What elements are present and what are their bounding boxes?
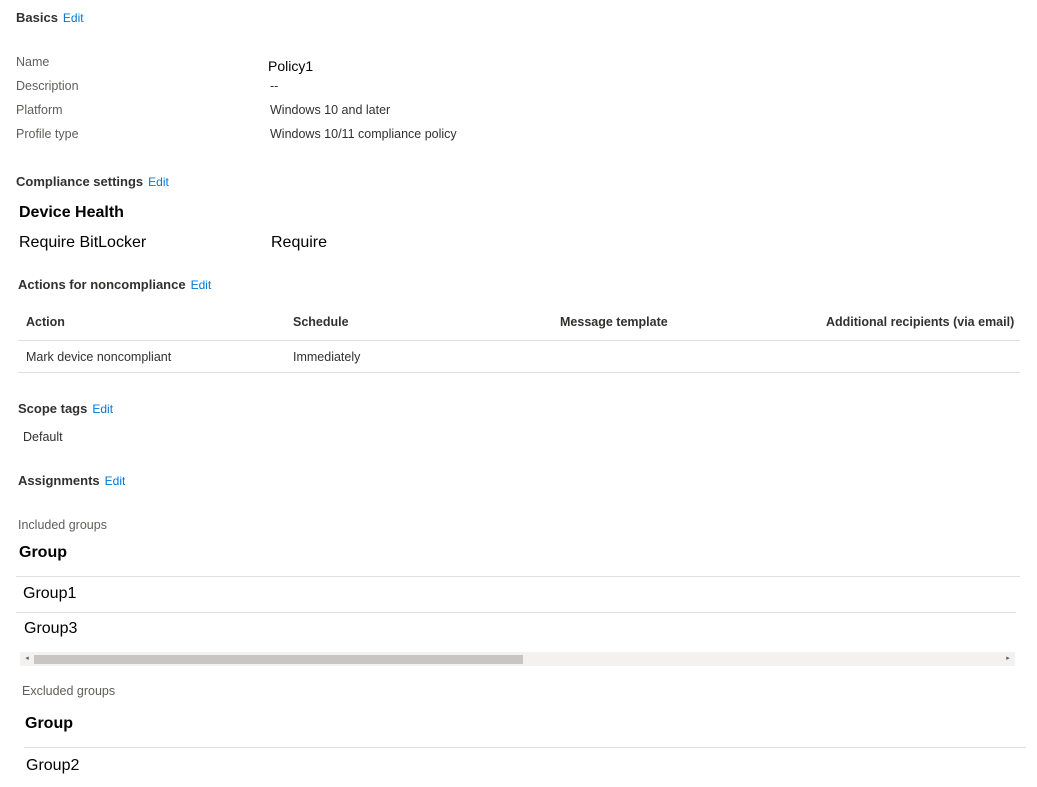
excluded-group-column-header: Group	[25, 715, 73, 732]
scope-tags-edit-link[interactable]: Edit	[92, 402, 113, 416]
included-header-divider	[16, 576, 1020, 577]
field-value-description: --	[270, 79, 279, 93]
included-group-row: Group1	[23, 585, 77, 602]
excluded-header-divider	[24, 747, 1026, 748]
action-cell-action: Mark device noncompliant	[26, 350, 172, 364]
basics-section-title: Basics Edit	[16, 10, 84, 25]
compliance-edit-link[interactable]: Edit	[148, 175, 169, 189]
column-header-additional-recipients: Additional recipients (via email)	[826, 315, 1015, 329]
field-label-description: Description	[16, 79, 79, 93]
assignments-edit-link[interactable]: Edit	[105, 474, 126, 488]
field-value-platform: Windows 10 and later	[270, 103, 391, 117]
excluded-groups-label: Excluded groups	[22, 684, 116, 698]
column-header-schedule: Schedule	[293, 315, 349, 329]
actions-row-divider	[18, 372, 1020, 373]
included-row-divider	[16, 612, 1016, 613]
actions-section-title: Actions for noncompliance Edit	[18, 277, 212, 292]
field-label-profile-type: Profile type	[16, 127, 79, 141]
scope-tags-section-title: Scope tags Edit	[18, 401, 114, 416]
compliance-section-title: Compliance settings Edit	[16, 174, 169, 189]
action-cell-schedule: Immediately	[293, 350, 361, 364]
excluded-group-row: Group2	[26, 757, 80, 774]
horizontal-scrollbar[interactable]: ◂ ▸	[20, 652, 1015, 666]
scope-tag-value: Default	[23, 430, 63, 444]
column-header-message-template: Message template	[560, 315, 668, 329]
field-label-name: Name	[16, 55, 50, 69]
included-groups-label: Included groups	[18, 518, 107, 532]
scroll-right-arrow-icon[interactable]: ▸	[1003, 654, 1013, 664]
actions-edit-link[interactable]: Edit	[191, 278, 212, 292]
basics-edit-link[interactable]: Edit	[63, 11, 84, 25]
assignments-section-title: Assignments Edit	[18, 473, 126, 488]
column-header-action: Action	[26, 315, 65, 329]
device-health-heading: Device Health	[19, 204, 124, 221]
actions-header-divider	[18, 340, 1020, 341]
setting-label-require-bitlocker: Require BitLocker	[19, 234, 147, 251]
field-value-name: Policy1	[268, 58, 314, 74]
field-label-platform: Platform	[16, 103, 63, 117]
included-group-column-header: Group	[19, 544, 67, 561]
setting-value-require-bitlocker: Require	[271, 234, 328, 251]
scroll-left-arrow-icon[interactable]: ◂	[22, 654, 32, 664]
included-group-row: Group3	[24, 620, 78, 637]
scrollbar-thumb[interactable]	[34, 655, 523, 664]
field-value-profile-type: Windows 10/11 compliance policy	[270, 127, 457, 141]
